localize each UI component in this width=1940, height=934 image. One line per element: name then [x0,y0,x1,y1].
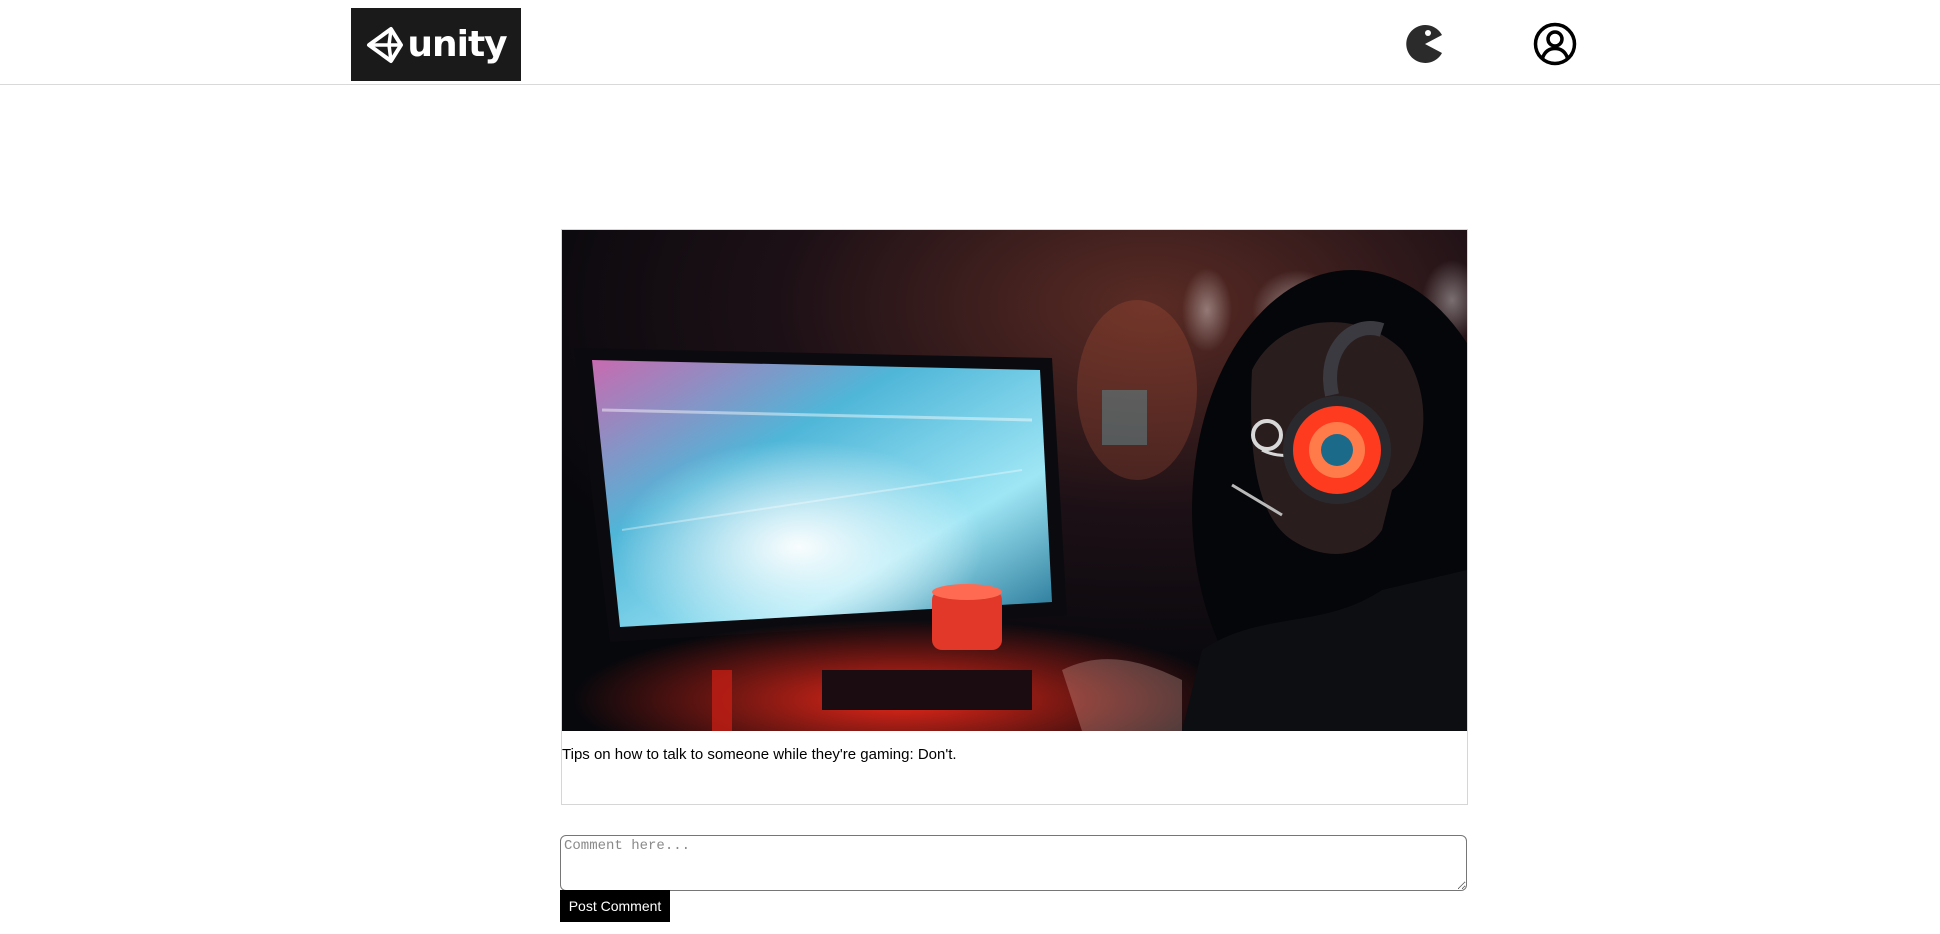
post-caption: Tips on how to talk to someone while the… [562,746,957,763]
comment-input[interactable] [560,835,1467,891]
unity-cube-icon [367,26,404,63]
profile-button[interactable] [1533,22,1577,66]
post-card: Tips on how to talk to someone while the… [561,229,1468,805]
game-button[interactable] [1405,24,1445,64]
top-navbar: unity [0,0,1940,85]
gaming-photo [562,230,1467,731]
pacman-icon [1406,25,1442,63]
post-image [562,230,1467,731]
user-circle-icon [1533,22,1577,66]
logo-text: unity [407,23,507,65]
unity-logo-link[interactable]: unity [351,8,521,81]
post-comment-button[interactable]: Post Comment [560,890,670,922]
